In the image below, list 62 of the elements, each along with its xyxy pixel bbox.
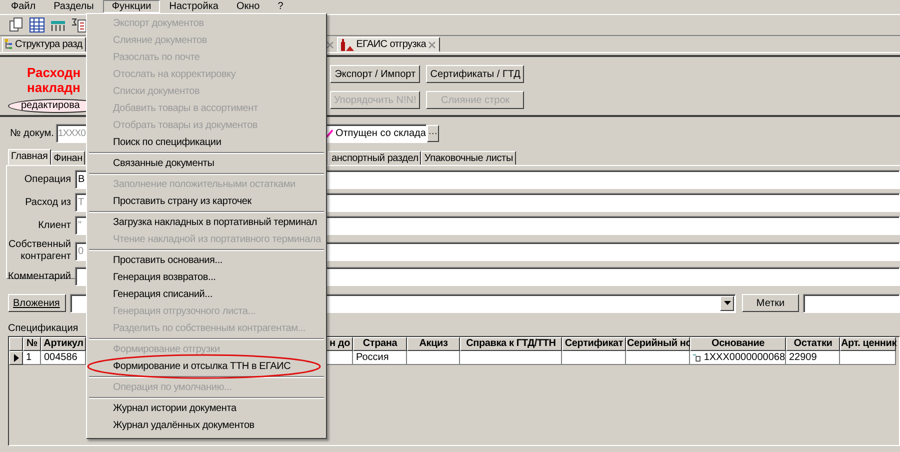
column-header[interactable]: Основание	[690, 337, 786, 351]
tab-label: Структура разд	[15, 39, 82, 50]
section-title: Спецификация	[8, 323, 78, 335]
field-label: № докум.	[10, 128, 54, 138]
column-header[interactable]: Страна	[353, 337, 407, 351]
column-header[interactable]: Справка к ГТД/ТТН	[460, 337, 562, 351]
document-title: Расходн	[27, 65, 81, 80]
field-label: Клиент	[37, 220, 72, 232]
menu-bar-item[interactable]: Файл	[2, 0, 45, 13]
table-cell	[407, 351, 460, 365]
copy-icon	[8, 17, 24, 33]
tree-icon	[5, 39, 13, 50]
document-tab[interactable]: ЕГАИС отгрузка	[337, 37, 440, 52]
caret-icon	[724, 301, 730, 305]
bottle-icon	[340, 38, 354, 50]
menu-bar-item[interactable]: Настройка	[160, 0, 228, 13]
attachments-button[interactable]: Вложения	[8, 294, 66, 312]
column-header[interactable]: Акциз	[407, 337, 460, 351]
form-tab[interactable]: анспортный раздел	[328, 151, 422, 165]
field-label: Комментарий	[7, 270, 72, 282]
table-cell	[840, 351, 896, 365]
form-tab[interactable]: Финан	[50, 151, 86, 165]
tags-button[interactable]: Метки	[742, 294, 799, 312]
column-header[interactable]: Сертификат	[562, 337, 626, 351]
tab-label: ЕГАИС отгрузка	[356, 39, 426, 50]
grid-icon	[29, 17, 45, 33]
menu-item[interactable]: Связанные документы	[89, 155, 324, 172]
table-cell: 22909	[786, 351, 840, 365]
document-title: накладн	[27, 80, 80, 95]
tags-field[interactable]	[803, 294, 900, 312]
toolbar-button[interactable]: Экспорт / Импорт	[330, 65, 420, 83]
status-value: Отпущен со склада	[335, 128, 426, 138]
browse-button[interactable]: ···	[426, 124, 439, 142]
table-cell: 1	[23, 351, 41, 365]
field-label: Расход из	[24, 196, 72, 208]
menu-item[interactable]: Журнал удалённых документов	[89, 417, 324, 434]
menu-bar-item[interactable]: ?	[268, 0, 292, 13]
table-cell: 004586	[41, 351, 86, 365]
field-label: Операция	[23, 174, 72, 186]
menu-item[interactable]: Журнал истории документа	[89, 400, 324, 417]
table-cell	[626, 351, 690, 365]
menu-bar-item[interactable]: Разделы	[44, 0, 103, 13]
close-icon[interactable]	[326, 41, 334, 49]
column-header[interactable]: Остатки	[786, 337, 840, 351]
menu-item[interactable]: Загрузка накладных в портативный терминал	[89, 214, 324, 231]
menu-bar-item[interactable]: Окно	[227, 0, 269, 13]
table-cell	[562, 351, 626, 365]
table-cell: 1XXX0000000068	[690, 351, 786, 365]
table-cell: Россия	[353, 351, 407, 365]
form-tab[interactable]: Главная	[8, 149, 51, 165]
dropdown-button[interactable]	[720, 296, 734, 310]
menu-item[interactable]: Формирование и отсылка ТТН в ЕГАИС	[89, 358, 324, 375]
toolbar-button[interactable]: Сертификаты / ГТД	[426, 65, 524, 83]
column-header[interactable]: №	[23, 337, 41, 351]
menu-item[interactable]: Проставить страну из карточек	[89, 193, 324, 210]
menu-item[interactable]: Генерация списаний...	[89, 286, 324, 303]
menu-bar-item[interactable]: Функции	[102, 0, 160, 13]
field-label: Собственный контрагент	[7, 239, 72, 263]
document-tab[interactable]: Структура разд	[2, 37, 86, 52]
form-tab[interactable]: Упаковочные листы	[421, 151, 516, 165]
menu-item[interactable]: Генерация возвратов...	[89, 269, 324, 286]
column-header[interactable]: Артикул	[41, 337, 86, 351]
